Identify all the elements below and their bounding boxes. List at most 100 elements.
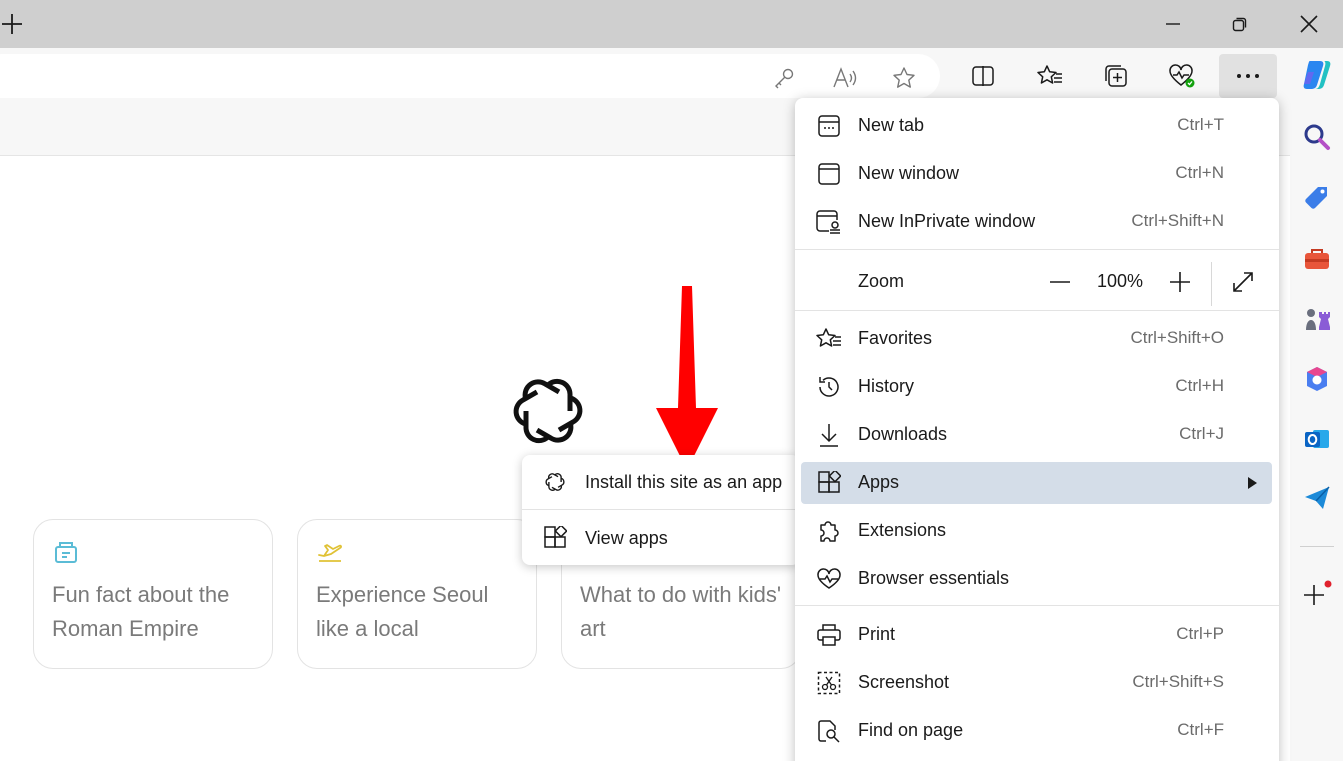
printer-icon — [815, 621, 843, 649]
outlook-icon[interactable] — [1298, 420, 1336, 458]
apps-icon — [815, 469, 843, 497]
suggestion-card-2[interactable]: Experience Seoul like a local — [297, 519, 537, 669]
history-icon — [815, 373, 843, 401]
close-button[interactable] — [1289, 8, 1329, 40]
zoom-in-button[interactable] — [1166, 268, 1194, 296]
search-icon[interactable] — [1298, 118, 1336, 156]
plus-icon — [1170, 272, 1190, 292]
menu-item-label: Find on page — [858, 720, 964, 740]
zoom-value: 100% — [1097, 271, 1144, 291]
menu-item-print[interactable]: Print Ctrl+P — [801, 614, 1272, 656]
favorite-star-icon[interactable] — [890, 64, 918, 92]
red-arrow-annotation — [656, 286, 718, 470]
minimize-button[interactable] — [1153, 8, 1193, 40]
menu-item-label: Print — [858, 624, 896, 644]
card-text: What to do with kids' art — [580, 582, 782, 641]
favorites-button[interactable] — [1021, 54, 1079, 98]
new-tab-icon — [815, 112, 843, 140]
favorites-icon — [1037, 65, 1062, 84]
customize-sidebar-button[interactable] — [1298, 576, 1336, 614]
menu-item-shortcut: Ctrl+J — [1179, 424, 1224, 443]
apps-icon — [542, 525, 568, 551]
menu-divider — [795, 310, 1279, 311]
install-site-as-app-item[interactable]: Install this site as an app — [522, 455, 800, 509]
more-dots-icon — [1237, 74, 1259, 78]
card-text: Fun fact about the Roman Empire — [52, 582, 230, 641]
view-apps-item[interactable]: View apps — [522, 511, 800, 565]
menu-item-label: Downloads — [858, 424, 948, 444]
games-icon[interactable] — [1298, 300, 1336, 338]
scroll-icon — [55, 542, 77, 563]
menu-item-label: Extensions — [858, 520, 947, 540]
menu-item-shortcut: Ctrl+N — [1175, 163, 1224, 182]
chatgpt-logo-icon — [513, 378, 583, 444]
key-icon[interactable] — [770, 64, 798, 92]
menu-item-browser-essentials[interactable]: Browser essentials — [801, 558, 1272, 600]
minus-icon — [1050, 281, 1070, 283]
menu-divider — [795, 605, 1279, 606]
copilot-icon[interactable] — [1298, 56, 1336, 94]
menu-item-shortcut: Ctrl+P — [1176, 624, 1224, 643]
browser-essentials-button[interactable] — [1153, 54, 1211, 98]
split-screen-button[interactable] — [954, 54, 1012, 98]
collections-button[interactable] — [1087, 54, 1145, 98]
zoom-out-button[interactable] — [1046, 268, 1074, 296]
apps-submenu: Install this site as an app View apps — [522, 455, 800, 565]
menu-item-downloads[interactable]: Downloads Ctrl+J — [801, 414, 1272, 456]
menu-item-label: History — [858, 376, 915, 396]
menu-item-label: New window — [858, 163, 960, 183]
menu-item-new-inprivate-window[interactable]: New InPrivate window Ctrl+Shift+N — [801, 201, 1272, 243]
menu-item-shortcut: Ctrl+H — [1175, 376, 1224, 395]
menu-item-label: New tab — [858, 115, 925, 135]
full-screen-button[interactable] — [1229, 268, 1257, 296]
address-bar[interactable] — [0, 54, 940, 98]
settings-and-more-button[interactable] — [1219, 54, 1277, 98]
shopping-tag-icon[interactable] — [1298, 179, 1336, 217]
new-tab-button[interactable] — [0, 10, 26, 38]
menu-item-label: New InPrivate window — [858, 211, 1036, 231]
menu-item-label: Favorites — [858, 328, 933, 348]
favorites-icon — [815, 325, 843, 353]
microsoft-365-icon[interactable] — [1298, 360, 1336, 398]
card-text: Experience Seoul like a local — [316, 582, 489, 641]
menu-item-label: Screenshot — [858, 672, 950, 692]
submenu-item-label: View apps — [585, 527, 668, 548]
plus-icon — [2, 14, 22, 34]
settings-and-more-menu: New tab Ctrl+T New window Ctrl+N New InP… — [795, 98, 1279, 761]
menu-item-favorites[interactable]: Favorites Ctrl+Shift+O — [801, 318, 1272, 360]
menu-item-shortcut: Ctrl+Shift+N — [1131, 211, 1224, 230]
close-icon — [1300, 15, 1318, 33]
suggestion-card-1[interactable]: Fun fact about the Roman Empire — [33, 519, 273, 669]
restore-button[interactable] — [1220, 8, 1260, 40]
inprivate-icon — [815, 208, 843, 236]
sidebar-divider — [1300, 546, 1334, 547]
read-aloud-icon[interactable] — [831, 64, 859, 92]
screenshot-icon — [815, 669, 843, 697]
menu-item-label: Apps — [858, 472, 900, 492]
menu-item-screenshot[interactable]: Screenshot Ctrl+Shift+S — [801, 662, 1272, 704]
minimize-icon — [1166, 23, 1180, 25]
menu-item-new-tab[interactable]: New tab Ctrl+T — [801, 105, 1272, 147]
toolbar — [0, 48, 1290, 104]
submenu-divider — [522, 509, 800, 510]
plane-icon — [318, 544, 342, 562]
full-screen-icon — [1233, 272, 1253, 292]
menu-item-apps[interactable]: Apps — [801, 462, 1272, 504]
add-icon — [1304, 580, 1332, 605]
menu-item-extensions[interactable]: Extensions — [801, 510, 1272, 552]
send-icon[interactable] — [1298, 479, 1336, 517]
menu-item-shortcut: Ctrl+F — [1177, 720, 1224, 739]
heart-pulse-icon — [1169, 64, 1195, 88]
menu-divider — [795, 249, 1279, 250]
menu-item-new-window[interactable]: New window Ctrl+N — [801, 153, 1272, 195]
collections-icon — [1105, 65, 1127, 87]
menu-item-shortcut: Ctrl+Shift+S — [1132, 672, 1224, 691]
toolbox-icon[interactable] — [1298, 240, 1336, 278]
menu-item-history[interactable]: History Ctrl+H — [801, 366, 1272, 408]
zoom-label: Zoom — [858, 271, 905, 291]
sidebar — [1290, 48, 1343, 761]
menu-item-find-on-page[interactable]: Find on page Ctrl+F — [801, 710, 1272, 752]
zoom-row: Zoom 100% — [801, 258, 1272, 306]
chatgpt-icon — [542, 469, 568, 495]
find-on-page-icon — [815, 717, 843, 745]
